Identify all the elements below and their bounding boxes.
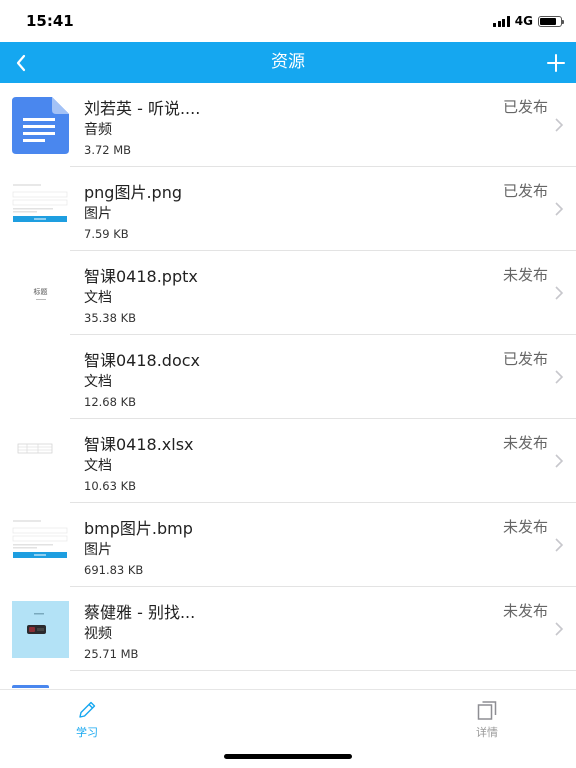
tab-bar: 学习 详情 — [0, 689, 576, 768]
resource-type: 文档 — [84, 290, 112, 306]
publish-status: 未发布 — [502, 602, 548, 620]
status-bar: 15:41 4G — [0, 0, 576, 42]
pencil-icon — [79, 701, 96, 718]
network-label: 4G — [514, 14, 533, 28]
resource-row[interactable]: 智课0418.xlsx 文档 10.63 KB 未发布 — [0, 419, 576, 503]
status-time: 15:41 — [26, 12, 74, 30]
resource-row[interactable]: png图片.png 图片 7.59 KB 已发布 — [0, 167, 576, 251]
publish-status: 已发布 — [502, 98, 548, 116]
nav-bar: 资源 — [0, 42, 576, 83]
resource-row[interactable]: 标题 智课0418.pptx 文档 35.38 KB 未发布 — [0, 251, 576, 335]
resource-row[interactable]: 智课0418.docx 文档 12.68 KB 已发布 — [0, 335, 576, 419]
resource-size: 3.72 MB — [84, 143, 132, 157]
slide-thumb-title: 标题 — [33, 287, 48, 296]
chevron-right-icon — [555, 622, 564, 636]
resource-type: 音频 — [84, 122, 112, 138]
home-indicator — [224, 754, 352, 759]
chevron-right-icon — [555, 370, 564, 384]
page-title: 资源 — [271, 52, 305, 72]
tab-label: 学习 — [76, 726, 98, 739]
resource-title: 蔡健雅 - 别找... — [84, 603, 196, 622]
resource-title: 智课0418.pptx — [84, 267, 198, 286]
chevron-right-icon — [555, 118, 564, 132]
video-preview-thumbnail — [12, 601, 69, 658]
sheet-preview-thumbnail — [17, 443, 53, 454]
slide-thumb-subtitle — [35, 298, 46, 300]
resource-size: 7.59 KB — [84, 227, 129, 241]
chevron-right-icon — [555, 286, 564, 300]
resource-type: 图片 — [84, 206, 112, 222]
resource-row[interactable]: 蔡健雅 - 别找... 视频 25.71 MB 未发布 — [0, 587, 576, 671]
resource-row[interactable]: 刘若英 - 听说.... 音频 3.72 MB 已发布 — [0, 83, 576, 167]
resource-title: png图片.png — [84, 183, 182, 202]
resource-title: bmp图片.bmp — [84, 519, 193, 538]
copy-icon — [477, 701, 497, 720]
resource-size: 35.38 KB — [84, 311, 137, 325]
plus-icon — [547, 53, 565, 72]
chevron-right-icon — [555, 202, 564, 216]
publish-status: 已发布 — [502, 182, 548, 200]
resource-row-partial[interactable] — [0, 671, 576, 689]
document-icon — [12, 97, 69, 154]
resource-list: 刘若英 - 听说.... 音频 3.72 MB 已发布 png图片.png 图片… — [0, 83, 576, 689]
add-button[interactable] — [540, 42, 572, 83]
resource-size: 10.63 KB — [84, 479, 137, 493]
chevron-right-icon — [555, 538, 564, 552]
publish-status: 未发布 — [502, 518, 548, 536]
resource-type: 视频 — [84, 626, 112, 642]
battery-icon — [538, 15, 564, 27]
form-preview-thumbnail — [12, 181, 69, 238]
resource-title: 刘若英 - 听说.... — [84, 99, 201, 118]
publish-status: 未发布 — [502, 434, 548, 452]
partial-thumbnail — [12, 685, 49, 688]
status-indicators: 4G — [493, 13, 564, 29]
tab-learn[interactable]: 学习 — [47, 690, 127, 746]
form-preview-thumbnail — [12, 517, 69, 574]
resource-row[interactable]: bmp图片.bmp 图片 691.83 KB 未发布 — [0, 503, 576, 587]
slide-preview-thumbnail: 标题 — [12, 265, 69, 322]
resource-size: 691.83 KB — [84, 563, 144, 577]
publish-status: 已发布 — [502, 350, 548, 368]
signal-icon — [493, 15, 510, 27]
resource-type: 文档 — [84, 458, 112, 474]
tab-label: 详情 — [476, 726, 498, 739]
publish-status: 未发布 — [502, 266, 548, 284]
blank-thumbnail — [12, 349, 69, 406]
resource-size: 25.71 MB — [84, 647, 139, 661]
resource-size: 12.68 KB — [84, 395, 137, 409]
resource-title: 智课0418.docx — [84, 351, 201, 370]
chevron-right-icon — [555, 454, 564, 468]
resource-type: 图片 — [84, 542, 112, 558]
tab-detail[interactable]: 详情 — [447, 690, 527, 746]
resource-title: 智课0418.xlsx — [84, 435, 194, 454]
resource-type: 文档 — [84, 374, 112, 390]
